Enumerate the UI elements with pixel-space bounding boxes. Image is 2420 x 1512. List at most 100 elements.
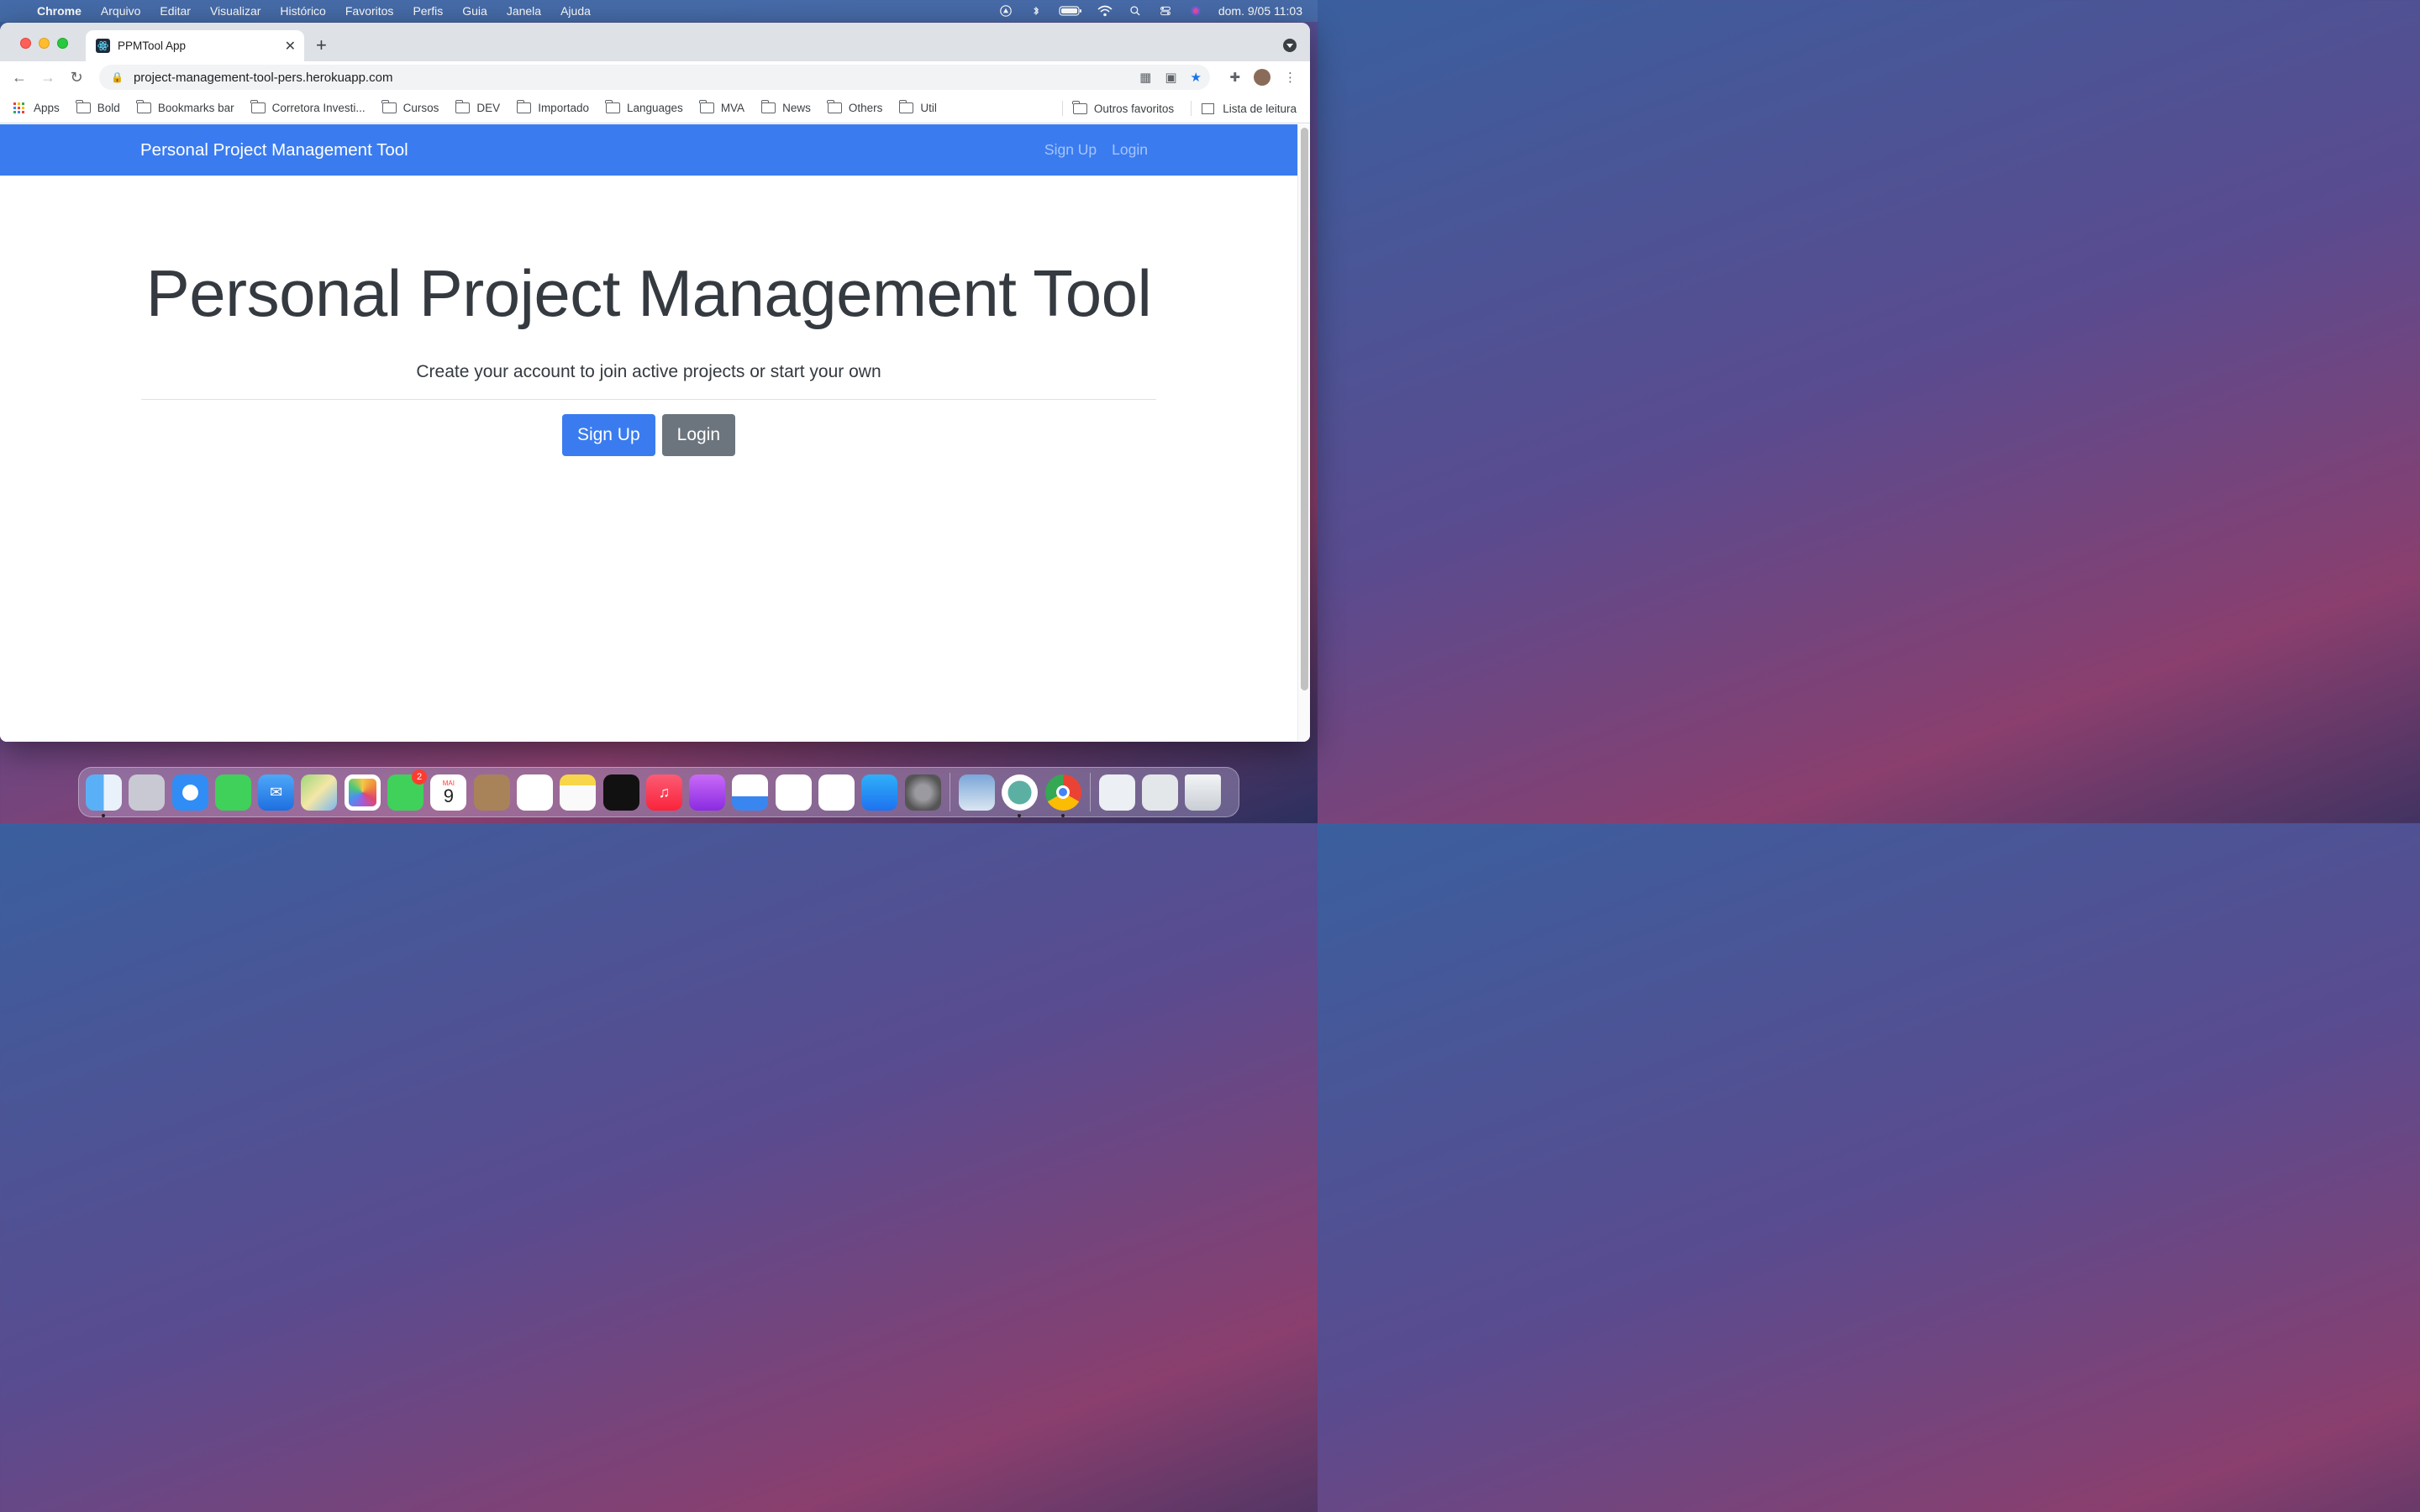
menu-guia[interactable]: Guia xyxy=(462,4,487,18)
navbar-signup-link[interactable]: Sign Up xyxy=(1044,141,1097,159)
bookmark-folder-outros-favoritos[interactable]: Outros favoritos xyxy=(1072,100,1174,115)
address-bar[interactable]: 🔒 project-management-tool-pers.herokuapp… xyxy=(99,65,1210,90)
chrome-center xyxy=(1056,785,1071,799)
messages-icon[interactable] xyxy=(214,774,251,811)
scrollbar-thumb[interactable] xyxy=(1301,128,1308,690)
close-tab-icon[interactable]: ✕ xyxy=(285,38,296,55)
podcasts-icon[interactable] xyxy=(689,774,726,811)
photos-icon[interactable] xyxy=(344,774,381,811)
bookmark-folder-dev[interactable]: DEV xyxy=(455,100,500,114)
maps-icon[interactable] xyxy=(301,774,338,811)
folder-icon xyxy=(76,100,91,113)
menu-perfis[interactable]: Perfis xyxy=(413,4,443,18)
reload-icon[interactable]: ↻ xyxy=(62,69,91,87)
numbers-icon[interactable] xyxy=(775,774,812,811)
notes-icon[interactable] xyxy=(560,774,597,811)
navbar-login-link[interactable]: Login xyxy=(1112,141,1148,159)
bookmark-folder-others[interactable]: Others xyxy=(827,100,883,114)
bookmark-label: Others xyxy=(848,102,883,114)
safari-icon[interactable] xyxy=(171,774,208,811)
mail-icon[interactable]: ✉ xyxy=(258,774,295,811)
downloads-stack-icon[interactable] xyxy=(1142,774,1179,811)
menu-app-name[interactable]: Chrome xyxy=(37,4,82,18)
zoom-window-button[interactable] xyxy=(57,38,68,49)
translate-icon[interactable]: ▣ xyxy=(1165,70,1176,85)
music-icon[interactable]: ♫ xyxy=(645,774,682,811)
bookmark-folder-cursos[interactable]: Cursos xyxy=(381,100,439,114)
bookmark-label: MVA xyxy=(720,102,745,114)
bookmark-label: Cursos xyxy=(402,102,439,114)
menu-janela[interactable]: Janela xyxy=(507,4,541,18)
page-scrollbar[interactable] xyxy=(1297,124,1310,742)
extensions-puzzle-icon[interactable]: ✚ xyxy=(1229,70,1240,85)
site-navbar: Personal Project Management Tool Sign Up… xyxy=(0,124,1297,176)
finder-icon[interactable] xyxy=(86,774,122,817)
battery-icon[interactable] xyxy=(1059,5,1082,17)
pages-icon[interactable] xyxy=(818,774,855,811)
bookmark-folder-bookmarks-bar[interactable]: Bookmarks bar xyxy=(136,100,234,114)
bookmark-star-icon[interactable]: ★ xyxy=(1191,70,1202,85)
facetime-icon[interactable]: 2 xyxy=(387,769,428,811)
menu-ajuda[interactable]: Ajuda xyxy=(560,4,591,18)
bookmark-label: Bookmarks bar xyxy=(157,102,234,114)
bookmark-folder-news[interactable]: News xyxy=(760,100,811,114)
menu-historico[interactable]: Histórico xyxy=(280,4,325,18)
notification-badge: 2 xyxy=(412,769,428,785)
bookmark-folder-bold[interactable]: Bold xyxy=(76,100,120,114)
menu-editar[interactable]: Editar xyxy=(160,4,191,18)
trash-icon[interactable] xyxy=(1185,774,1222,811)
bookmark-label: News xyxy=(782,102,811,114)
calendar-icon[interactable]: MAI 9 xyxy=(430,774,467,811)
url-text[interactable]: project-management-tool-pers.herokuapp.c… xyxy=(134,71,393,85)
bookmark-folder-importado[interactable]: Importado xyxy=(516,100,589,114)
reminders-icon[interactable] xyxy=(516,774,553,811)
profile-avatar[interactable] xyxy=(1254,69,1270,86)
reading-list-button[interactable]: Lista de leitura xyxy=(1202,102,1297,115)
bluetooth-icon[interactable] xyxy=(1028,5,1044,17)
folder-icon xyxy=(699,100,714,113)
close-window-button[interactable] xyxy=(20,38,31,49)
menubar-clock[interactable]: dom. 9/05 11:03 xyxy=(1218,4,1302,18)
menu-arquivo[interactable]: Arquivo xyxy=(101,4,140,18)
running-indicator xyxy=(1060,813,1065,817)
new-tab-icon[interactable]: + xyxy=(316,34,327,56)
appstore-icon[interactable] xyxy=(861,774,898,811)
landing-hero: Personal Project Management Tool Create … xyxy=(0,255,1297,456)
tab-title: PPMTool App xyxy=(118,39,187,52)
menu-visualizar[interactable]: Visualizar xyxy=(210,4,260,18)
login-button[interactable]: Login xyxy=(661,414,736,456)
keynote-icon[interactable] xyxy=(732,774,769,811)
launchpad-icon[interactable] xyxy=(129,774,166,811)
appletv-icon[interactable] xyxy=(602,774,639,811)
system-preferences-icon[interactable] xyxy=(904,774,941,811)
siri-icon[interactable] xyxy=(1188,5,1203,17)
browser-tab-active[interactable]: PPMTool App ✕ xyxy=(86,30,304,61)
bookmark-folder-util[interactable]: Util xyxy=(898,100,937,114)
vpn-icon[interactable] xyxy=(1002,774,1039,817)
lock-icon[interactable]: 🔒 xyxy=(111,71,124,83)
spotlight-search-icon[interactable] xyxy=(1128,5,1143,17)
apps-grid-icon xyxy=(13,102,25,114)
bookmark-apps[interactable]: Apps xyxy=(13,102,60,114)
bookmark-folder-mva[interactable]: MVA xyxy=(699,100,745,114)
back-arrow-icon[interactable]: ← xyxy=(5,69,34,87)
chrome-icon[interactable] xyxy=(1044,774,1081,817)
folder-icon xyxy=(760,100,776,113)
signup-button[interactable]: Sign Up xyxy=(561,414,655,456)
bookmark-folder-languages[interactable]: Languages xyxy=(605,100,683,114)
forward-arrow-icon[interactable]: → xyxy=(34,69,62,87)
documents-stack-icon[interactable] xyxy=(1098,774,1135,811)
qr-code-icon[interactable]: ▦ xyxy=(1139,70,1151,85)
tab-search-icon[interactable] xyxy=(1283,39,1297,52)
minimize-window-button[interactable] xyxy=(39,38,50,49)
menu-favoritos[interactable]: Favoritos xyxy=(345,4,394,18)
bookmark-folder-corretora[interactable]: Corretora Investi... xyxy=(250,100,366,114)
folder-icon xyxy=(381,100,397,113)
vpn-status-icon[interactable] xyxy=(998,5,1013,17)
contacts-icon[interactable] xyxy=(473,774,510,811)
control-center-icon[interactable] xyxy=(1158,5,1173,17)
chrome-menu-icon[interactable]: ⋮ xyxy=(1284,70,1297,85)
wifi-icon[interactable] xyxy=(1097,5,1113,17)
preview-icon[interactable] xyxy=(958,774,995,811)
navbar-brand-link[interactable]: Personal Project Management Tool xyxy=(140,140,408,160)
